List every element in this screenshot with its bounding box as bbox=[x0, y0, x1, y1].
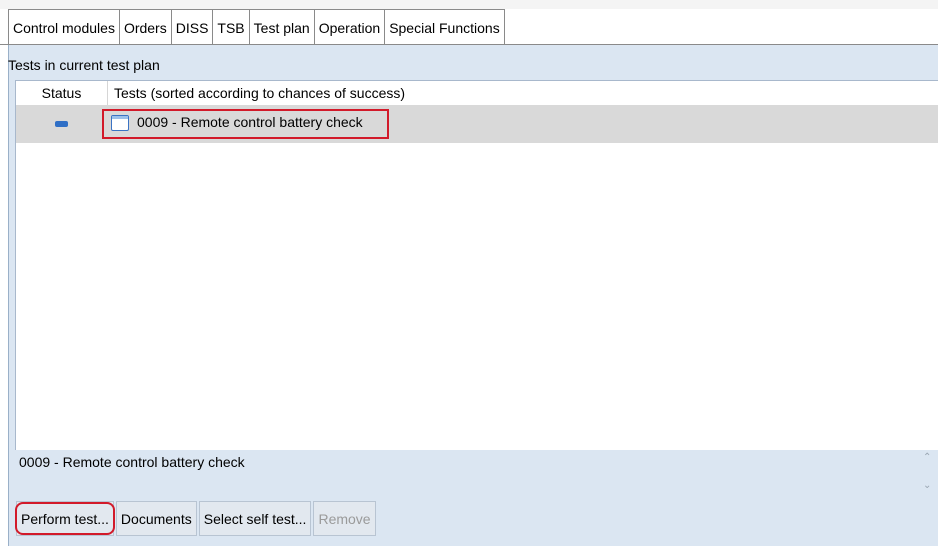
perform-test-button[interactable]: Perform test... bbox=[15, 501, 115, 536]
scroll-up-icon[interactable]: ⌃ bbox=[923, 452, 931, 463]
scroll-down-icon[interactable]: ⌄ bbox=[923, 480, 931, 491]
tab-bar: Control modules Orders DISS TSB Test pla… bbox=[8, 9, 505, 45]
test-plan-grid: Status Tests (sorted according to chance… bbox=[15, 80, 938, 450]
grid-header: Status Tests (sorted according to chance… bbox=[16, 81, 938, 105]
tab-special-functions[interactable]: Special Functions bbox=[384, 9, 505, 45]
document-icon bbox=[111, 115, 129, 131]
detail-scrollbar[interactable]: ⌃ ⌄ bbox=[919, 452, 937, 494]
selected-test-detail: 0009 - Remote control battery check bbox=[19, 454, 245, 470]
tab-orders[interactable]: Orders bbox=[118, 9, 172, 45]
panel-title: Tests in current test plan bbox=[8, 57, 160, 73]
table-row[interactable]: 0009 - Remote control battery check bbox=[16, 105, 938, 143]
tab-test-plan[interactable]: Test plan bbox=[248, 9, 315, 45]
remove-button[interactable]: Remove bbox=[313, 501, 376, 536]
select-self-test-button[interactable]: Select self test... bbox=[198, 501, 312, 536]
column-header-status[interactable]: Status bbox=[16, 81, 108, 105]
tab-tsb[interactable]: TSB bbox=[212, 9, 250, 45]
test-label: 0009 - Remote control battery check bbox=[137, 114, 363, 130]
top-strip bbox=[0, 0, 938, 9]
tab-operation[interactable]: Operation bbox=[313, 9, 386, 45]
tab-control-modules[interactable]: Control modules bbox=[8, 9, 120, 45]
action-buttons: Perform test... Documents Select self te… bbox=[15, 501, 378, 536]
tab-diss[interactable]: DISS bbox=[170, 9, 214, 45]
column-header-tests[interactable]: Tests (sorted according to chances of su… bbox=[108, 81, 405, 105]
documents-button[interactable]: Documents bbox=[115, 501, 197, 536]
status-dash-icon bbox=[55, 121, 68, 127]
